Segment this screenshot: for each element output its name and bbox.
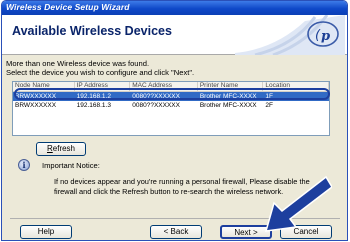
cancel-button[interactable]: Cancel [280,225,332,239]
svg-text:p: p [321,29,330,44]
device-location: 1F [265,93,274,100]
device-ip-address: 192.168.1.2 [76,93,111,100]
title-bar[interactable]: Wireless Device Setup Wizard [2,1,347,15]
next-button[interactable]: Next > [220,225,272,239]
back-button[interactable]: < Back [150,225,202,239]
device-list-header: Node Name IP Address MAC Address Printer… [13,82,329,92]
wizard-header: Available Wireless Devices ( p [2,15,347,55]
device-node-name: BRWXXXXXX [15,93,57,100]
brother-wireless-logo-icon: ( p [235,15,345,55]
column-header-ip-address[interactable]: IP Address [75,82,131,91]
info-icon: i [18,159,30,171]
help-button[interactable]: Help [20,225,72,239]
column-header-mac-address[interactable]: MAC Address [130,82,198,91]
wizard-window: Wireless Device Setup Wizard Available W… [1,0,348,241]
device-list[interactable]: Node Name IP Address MAC Address Printer… [12,81,330,136]
page-title: Available Wireless Devices [12,24,172,38]
refresh-label-rest: efresh [52,144,75,153]
device-mac-address: 0080??XXXXXX [132,102,180,109]
refresh-button[interactable]: Refresh [36,142,86,156]
important-notice: i Important Notice: If no devices appear… [12,157,338,215]
device-row[interactable]: BRWXXXXXX 192.168.1.3 0080??XXXXXX Broth… [13,101,329,110]
device-printer-name: Brother MFC-XXXX [199,93,257,100]
footer-divider [10,218,340,219]
device-printer-name: Brother MFC-XXXX [199,102,257,109]
device-row[interactable]: BRWXXXXXX 192.168.1.2 0080??XXXXXX Broth… [13,92,329,101]
column-header-node-name[interactable]: Node Name [13,82,75,91]
instruction-line-2: Select the device you wish to configure … [6,68,195,77]
column-header-printer-name[interactable]: Printer Name [198,82,264,91]
instruction-line-1: More than one Wireless device was found. [6,59,150,68]
device-node-name: BRWXXXXXX [15,102,57,109]
device-ip-address: 192.168.1.3 [76,102,111,109]
notice-body: If no devices appear and you're running … [54,177,310,196]
device-location: 2F [265,102,274,109]
notice-title: Important Notice: [42,161,100,170]
device-mac-address: 0080??XXXXXX [132,93,180,100]
window-title: Wireless Device Setup Wizard [6,2,130,12]
column-header-location[interactable]: Location [263,82,329,91]
